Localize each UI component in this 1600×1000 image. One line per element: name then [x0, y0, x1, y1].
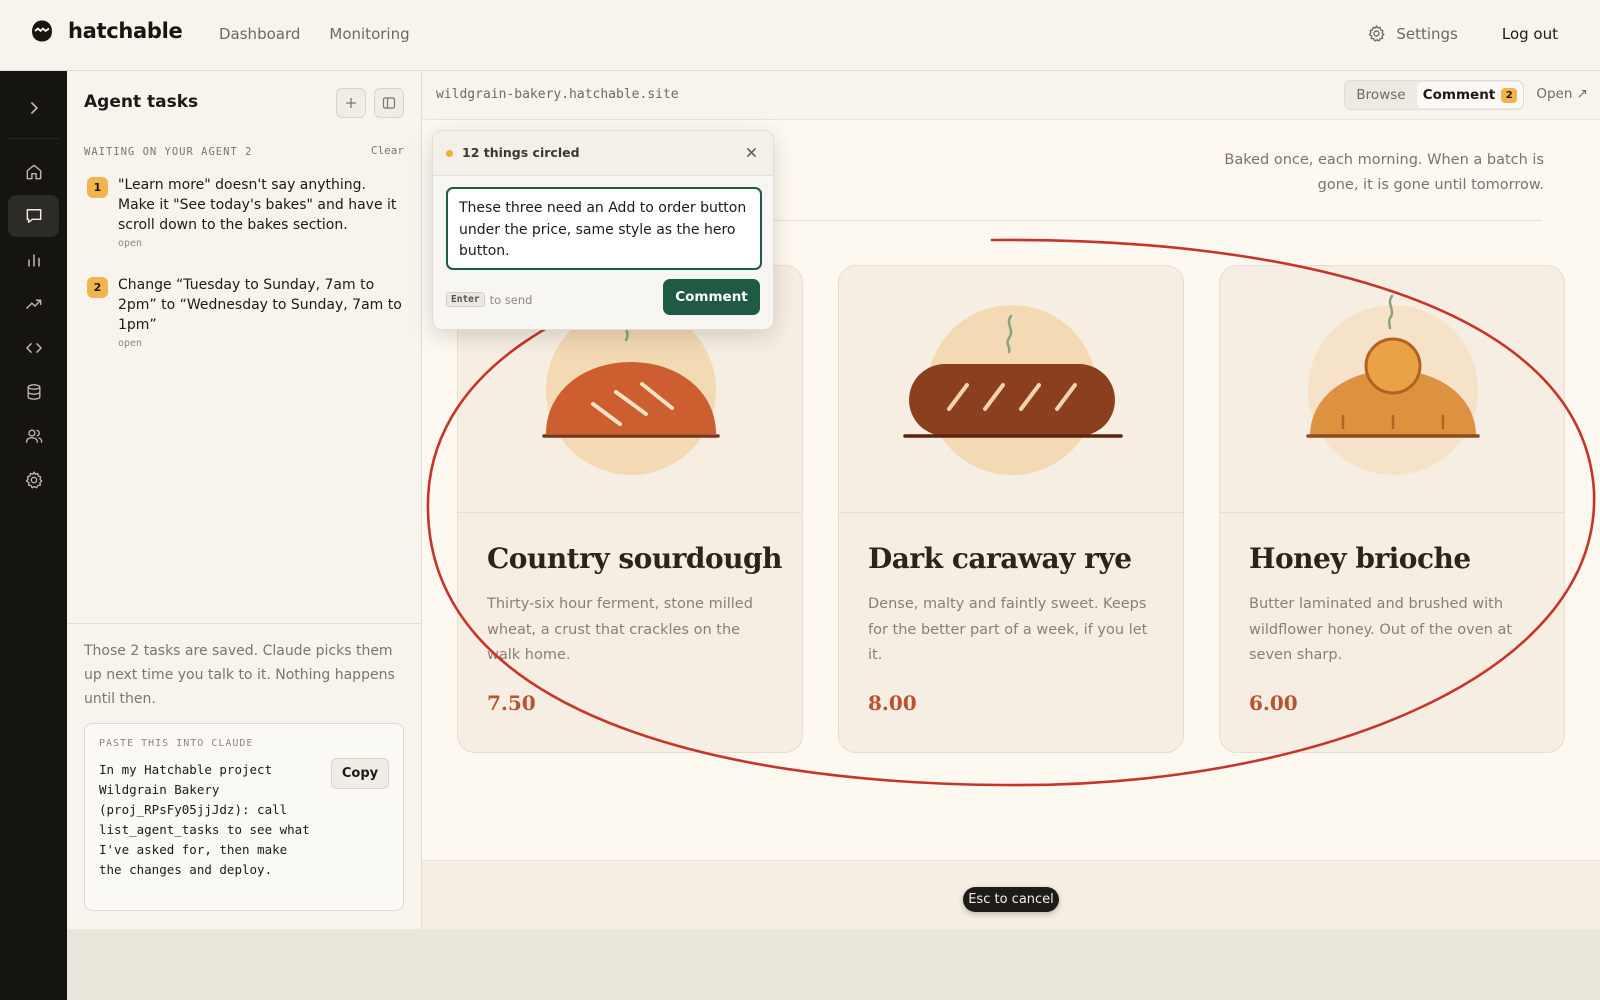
esc-cancel-hint: Esc to cancel [963, 887, 1059, 912]
task-status: open [118, 338, 143, 349]
send-hint-text: to send [489, 292, 533, 307]
comment-mode-label: Comment [1422, 87, 1496, 103]
rail-database[interactable] [8, 371, 59, 413]
rail-comments[interactable] [8, 195, 59, 237]
main-nav: Dashboard Monitoring [219, 25, 410, 43]
gear-icon [25, 471, 42, 489]
copy-button[interactable]: Copy [331, 758, 389, 789]
users-icon [25, 429, 42, 443]
product-price: 6.00 [1249, 691, 1298, 715]
add-task-button[interactable] [336, 88, 366, 118]
task-number-badge: 1 [87, 177, 108, 198]
product-price: 7.50 [487, 691, 536, 715]
task-number-badge: 2 [87, 277, 108, 298]
agent-tasks-panel: Agent tasks WAITING ON YOUR AGENT 2 Clea… [67, 71, 422, 929]
product-price: 8.00 [868, 691, 917, 715]
top-bar: hatchable Dashboard Monitoring Settings … [0, 0, 1600, 71]
open-site-link[interactable]: Open ↗ [1536, 86, 1588, 102]
settings-link[interactable]: Settings [1367, 24, 1458, 43]
product-illustration [1220, 266, 1564, 513]
database-icon [27, 384, 40, 400]
rail-home[interactable] [8, 151, 59, 193]
code-icon [25, 343, 42, 353]
task-text: Change “Tuesday to Sunday, 7am to 2pm” t… [118, 277, 402, 333]
logout-link[interactable]: Log out [1502, 25, 1558, 43]
comment-count-badge: 2 [1501, 87, 1518, 103]
enter-key-hint: Enter [446, 292, 485, 307]
paste-prompt-box: PASTE THIS INTO CLAUDE In my Hatchable p… [84, 723, 404, 911]
tasks-footer: Those 2 tasks are saved. Claude picks th… [67, 623, 421, 929]
sidebar-panel-icon [382, 97, 396, 109]
product-card[interactable]: Country sourdough Thirty-six hour fermen… [457, 265, 803, 753]
rail-trends[interactable] [8, 283, 59, 325]
rail-code[interactable] [8, 327, 59, 369]
waiting-section-label: WAITING ON YOUR AGENT 2 [84, 146, 253, 158]
bakes-intro-text: Baked once, each morning. When a batch i… [1224, 152, 1544, 193]
browse-mode-button[interactable]: Browse [1345, 81, 1417, 109]
product-name: Dark caraway rye [868, 542, 1132, 575]
product-name: Honey brioche [1249, 542, 1471, 575]
site-url[interactable]: wildgrain-bakery.hatchable.site [436, 87, 679, 102]
nav-monitoring[interactable]: Monitoring [329, 25, 409, 43]
brioche-icon [1306, 294, 1480, 475]
saved-note: Those 2 tasks are saved. Claude picks th… [84, 643, 395, 707]
product-description: Dense, malty and faintly sweet. Keeps fo… [868, 596, 1148, 663]
toggle-panel-button[interactable] [374, 88, 404, 118]
expand-rail-button[interactable] [8, 87, 59, 129]
brand-name: hatchable [68, 19, 183, 43]
preview-url-bar: wildgrain-bakery.hatchable.site Browse C… [422, 71, 1600, 120]
hatchable-logo-icon [32, 20, 52, 42]
rail-users[interactable] [8, 415, 59, 457]
chat-icon [26, 209, 41, 223]
product-illustration [839, 266, 1183, 513]
paste-prompt-text[interactable]: In my Hatchable project Wildgrain Bakery… [99, 760, 314, 880]
submit-comment-button[interactable]: Comment [663, 279, 760, 315]
icon-rail [0, 71, 67, 1000]
task-text: "Learn more" doesn't say anything. Make … [118, 177, 397, 233]
comment-popover: 12 things circled These three need an Ad… [432, 130, 774, 330]
account-actions: Settings Log out [1367, 24, 1558, 43]
home-icon [26, 164, 41, 180]
bar-chart-icon [27, 254, 40, 267]
clear-tasks-link[interactable]: Clear [371, 144, 404, 157]
workspace-background [67, 929, 1600, 1000]
close-icon [746, 147, 756, 157]
rail-divider [8, 138, 59, 139]
rail-analytics[interactable] [8, 239, 59, 281]
product-card[interactable]: Dark caraway rye Dense, malty and faintl… [838, 265, 1184, 753]
rail-settings[interactable] [8, 459, 59, 501]
product-name: Country sourdough [487, 542, 782, 575]
product-card[interactable]: Honey brioche Butter laminated and brush… [1219, 265, 1565, 753]
comment-mode-button[interactable]: Comment 2 [1417, 82, 1523, 108]
task-item[interactable]: 2 Change “Tuesday to Sunday, 7am to 2pm”… [84, 275, 404, 349]
brand[interactable]: hatchable [30, 19, 183, 43]
rye-loaf-icon [903, 305, 1123, 475]
close-popover-button[interactable] [742, 143, 760, 161]
task-status: open [118, 238, 143, 249]
chevron-right-icon [30, 102, 38, 114]
paste-label: PASTE THIS INTO CLAUDE [99, 738, 254, 749]
status-dot [446, 150, 453, 157]
task-item[interactable]: 1 "Learn more" doesn't say anything. Mak… [84, 175, 404, 249]
comment-input[interactable]: These three need an Add to order button … [446, 187, 762, 270]
trending-up-icon [25, 299, 41, 309]
popover-header: 12 things circled [433, 131, 773, 176]
product-description: Thirty-six hour ferment, stone milled wh… [487, 596, 753, 663]
plus-icon [346, 98, 356, 108]
mode-toggle: Browse Comment 2 [1344, 80, 1524, 110]
popover-title: 12 things circled [462, 145, 580, 160]
nav-dashboard[interactable]: Dashboard [219, 25, 300, 43]
panel-title: Agent tasks [84, 92, 199, 112]
gear-icon [1369, 25, 1385, 42]
send-hint: Enter to send [446, 292, 532, 307]
product-description: Butter laminated and brushed with wildfl… [1249, 596, 1513, 663]
settings-label: Settings [1396, 24, 1458, 43]
